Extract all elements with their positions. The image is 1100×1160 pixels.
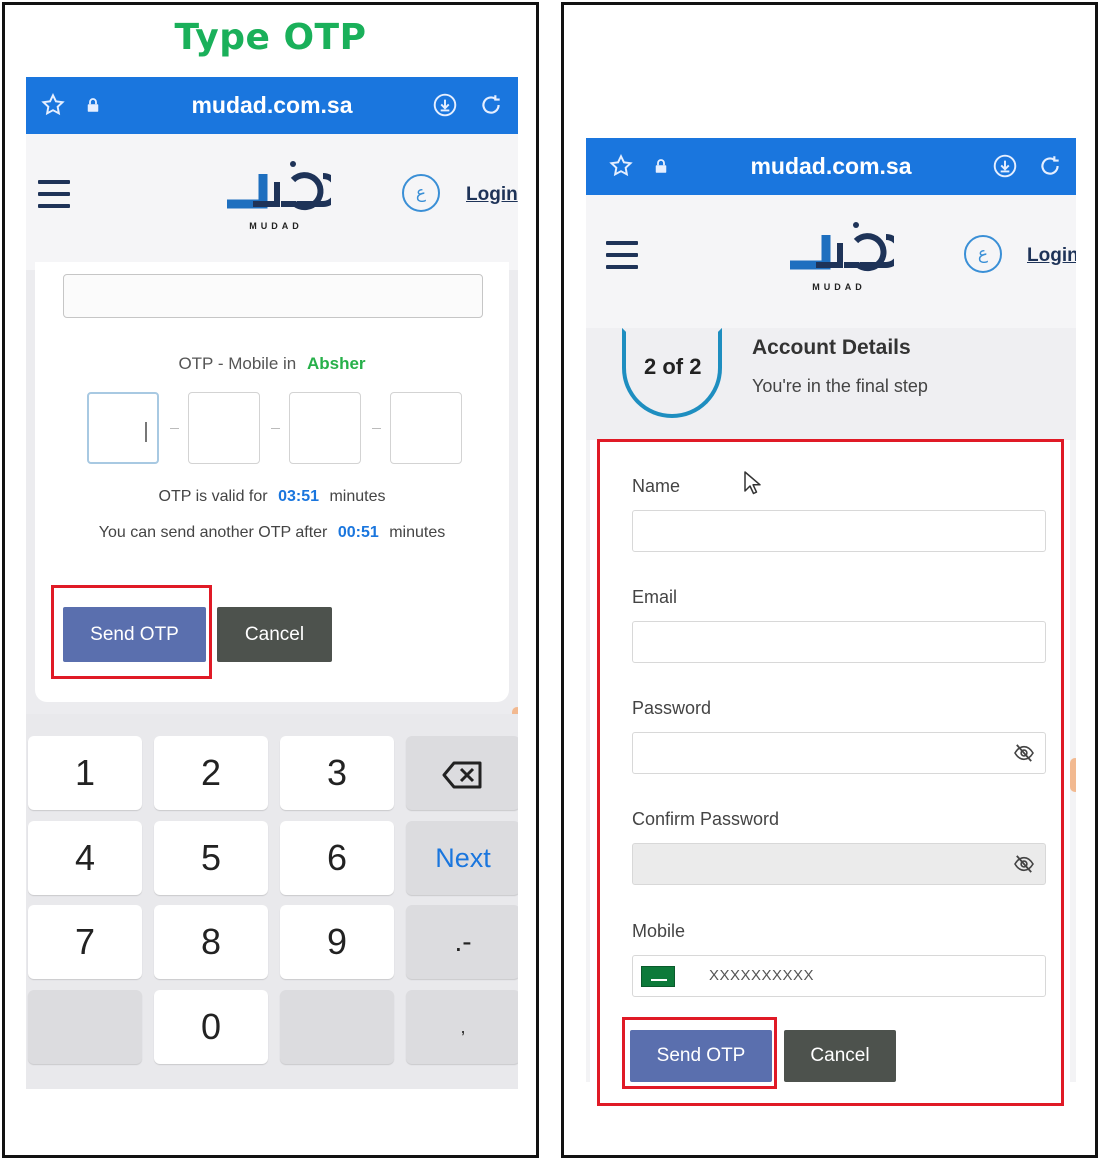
side-handle	[1070, 758, 1076, 792]
key-1[interactable]: 1	[28, 736, 142, 810]
form-highlight-frame	[597, 439, 1064, 1106]
backspace-icon	[442, 761, 482, 789]
site-header: MUDAD ع Login	[26, 134, 518, 270]
language-button[interactable]: ع	[402, 174, 440, 212]
logo-tag: MUDAD	[249, 221, 303, 231]
resend-suffix: minutes	[389, 524, 446, 541]
key-3[interactable]: 3	[280, 736, 394, 810]
step-title: Account Details	[752, 336, 911, 359]
download-icon[interactable]	[432, 92, 458, 118]
numeric-keypad: 1 2 3 4 5 6 Next 7 8 9 .- 0 ,	[26, 714, 518, 1089]
otp-digit-4[interactable]	[390, 392, 462, 464]
caption-title: Type OTP	[174, 17, 367, 58]
key-4[interactable]: 4	[28, 821, 142, 895]
cancel-button[interactable]: Cancel	[217, 607, 332, 662]
otp-separator	[170, 428, 179, 429]
reload-icon[interactable]	[1037, 153, 1063, 179]
login-link[interactable]: Login	[1027, 245, 1076, 267]
validity-time: 03:51	[278, 488, 319, 505]
phone-screen-left: mudad.com.sa MUDAD ع Login OTP - Mobile …	[26, 77, 518, 1089]
otp-digit-3[interactable]	[289, 392, 361, 464]
otp-resend-text: You can send another OTP after 00:51 min…	[35, 524, 509, 542]
step-counter: 2 of 2	[644, 354, 702, 379]
otp-card: OTP - Mobile in Absher OTP is valid for …	[35, 262, 509, 702]
mudad-logo[interactable]: MUDAD	[221, 154, 340, 234]
key-0[interactable]: 0	[154, 990, 268, 1064]
browser-bar: mudad.com.sa	[586, 138, 1076, 195]
otp-separator	[372, 428, 381, 429]
otp-separator	[271, 428, 280, 429]
key-5[interactable]: 5	[154, 821, 268, 895]
send-otp-button[interactable]: Send OTP	[63, 607, 206, 662]
send-otp-highlight-frame	[622, 1017, 777, 1089]
reload-icon[interactable]	[478, 92, 504, 118]
step-indicator: 2 of 2 Account Details You're in the fin…	[586, 328, 1076, 440]
key-7[interactable]: 7	[28, 905, 142, 979]
comma-key[interactable]: ,	[406, 990, 518, 1064]
key-6[interactable]: 6	[280, 821, 394, 895]
otp-digit-1[interactable]	[87, 392, 159, 464]
mudad-logo[interactable]: MUDAD	[784, 215, 903, 295]
left-panel: Type OTP mudad.com.sa MUDAD ع Login OTP …	[2, 2, 539, 1158]
blank-key	[28, 990, 142, 1064]
site-header: MUDAD ع Login	[586, 195, 1076, 331]
logo-tag: MUDAD	[812, 282, 866, 292]
blurred-field	[63, 274, 483, 318]
right-panel: mudad.com.sa MUDAD ع Login 2 of 2 Accoun…	[561, 2, 1098, 1158]
language-button[interactable]: ع	[964, 235, 1002, 273]
dot-dash-key[interactable]: .-	[406, 905, 518, 979]
key-2[interactable]: 2	[154, 736, 268, 810]
login-link[interactable]: Login	[466, 184, 518, 206]
validity-suffix: minutes	[329, 488, 386, 505]
browser-bar: mudad.com.sa	[26, 77, 518, 134]
absher-label: Absher	[306, 354, 366, 373]
hamburger-icon[interactable]	[606, 241, 638, 269]
otp-label-text: OTP - Mobile in	[178, 354, 297, 373]
validity-prefix: OTP is valid for	[158, 488, 268, 505]
otp-digit-2[interactable]	[188, 392, 260, 464]
backspace-key[interactable]	[406, 736, 518, 810]
step-subtitle: You're in the final step	[752, 376, 928, 396]
resend-time: 00:51	[337, 524, 379, 541]
key-9[interactable]: 9	[280, 905, 394, 979]
blank-key	[280, 990, 394, 1064]
otp-validity-text: OTP is valid for 03:51 minutes	[35, 488, 509, 506]
resend-prefix: You can send another OTP after	[98, 524, 328, 541]
download-icon[interactable]	[992, 153, 1018, 179]
key-8[interactable]: 8	[154, 905, 268, 979]
hamburger-icon[interactable]	[38, 180, 70, 208]
otp-label: OTP - Mobile in Absher	[35, 354, 509, 374]
next-key[interactable]: Next	[406, 821, 518, 895]
